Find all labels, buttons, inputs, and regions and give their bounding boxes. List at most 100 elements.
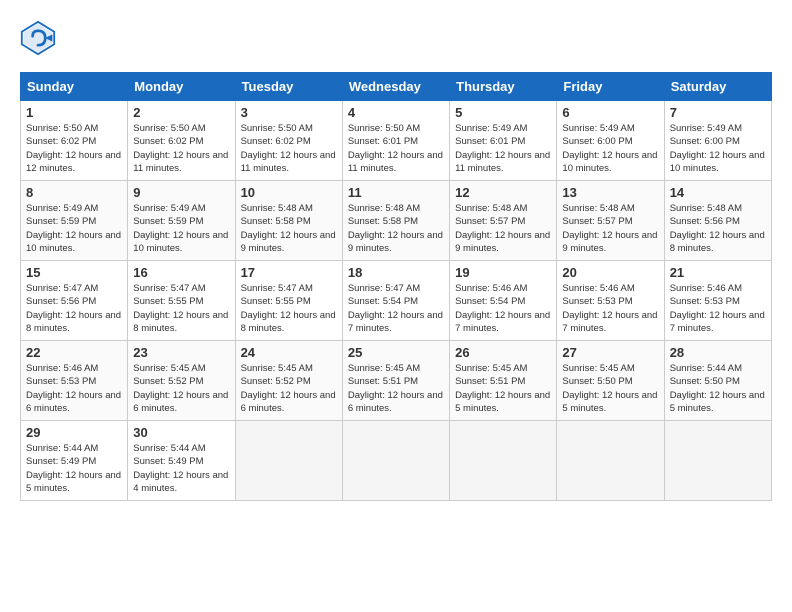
column-header-monday: Monday xyxy=(128,73,235,101)
day-number: 17 xyxy=(241,265,337,280)
calendar-cell: 20 Sunrise: 5:46 AMSunset: 5:53 PMDayligh… xyxy=(557,261,664,341)
column-header-friday: Friday xyxy=(557,73,664,101)
day-number: 25 xyxy=(348,345,444,360)
calendar-cell: 27 Sunrise: 5:45 AMSunset: 5:50 PMDayligh… xyxy=(557,341,664,421)
calendar-cell: 12 Sunrise: 5:48 AMSunset: 5:57 PMDayligh… xyxy=(450,181,557,261)
day-number: 18 xyxy=(348,265,444,280)
calendar-cell: 28 Sunrise: 5:44 AMSunset: 5:50 PMDayligh… xyxy=(664,341,771,421)
day-info: Sunrise: 5:50 AMSunset: 6:01 PMDaylight:… xyxy=(348,123,443,174)
logo xyxy=(20,20,60,56)
week-row-5: 29 Sunrise: 5:44 AMSunset: 5:49 PMDayligh… xyxy=(21,421,772,501)
calendar-cell: 17Sunrise: 5:47 AMSunset: 5:55 PMDayligh… xyxy=(235,261,342,341)
day-info: Sunrise: 5:48 AMSunset: 5:57 PMDaylight:… xyxy=(562,203,657,254)
calendar-cell: 3 Sunrise: 5:50 AMSunset: 6:02 PMDaylight… xyxy=(235,101,342,181)
day-number: 19 xyxy=(455,265,551,280)
day-info: Sunrise: 5:44 AMSunset: 5:49 PMDaylight:… xyxy=(133,443,228,494)
week-row-1: 1 Sunrise: 5:50 AMSunset: 6:02 PMDaylight… xyxy=(21,101,772,181)
calendar-cell: 1Sunrise: 5:50 AMSunset: 6:02 PMDaylight… xyxy=(21,101,128,181)
calendar-cell: 10Sunrise: 5:48 AMSunset: 5:58 PMDayligh… xyxy=(235,181,342,261)
day-number: 26 xyxy=(455,345,551,360)
calendar-cell: 19 Sunrise: 5:46 AMSunset: 5:54 PMDayligh… xyxy=(450,261,557,341)
calendar-cell: 29 Sunrise: 5:44 AMSunset: 5:49 PMDayligh… xyxy=(21,421,128,501)
calendar-cell: 14 Sunrise: 5:48 AMSunset: 5:56 PMDayligh… xyxy=(664,181,771,261)
week-row-3: 15 Sunrise: 5:47 AMSunset: 5:56 PMDayligh… xyxy=(21,261,772,341)
day-number: 28 xyxy=(670,345,766,360)
calendar-cell xyxy=(557,421,664,501)
week-row-2: 8 Sunrise: 5:49 AMSunset: 5:59 PMDaylight… xyxy=(21,181,772,261)
column-header-wednesday: Wednesday xyxy=(342,73,449,101)
day-number: 24 xyxy=(241,345,337,360)
page-header xyxy=(20,20,772,56)
day-info: Sunrise: 5:48 AMSunset: 5:57 PMDaylight:… xyxy=(455,203,550,254)
day-number: 14 xyxy=(670,185,766,200)
day-info: Sunrise: 5:47 AMSunset: 5:55 PMDaylight:… xyxy=(133,283,228,334)
day-info: Sunrise: 5:47 AMSunset: 5:56 PMDaylight:… xyxy=(26,283,121,334)
calendar-cell: 22Sunrise: 5:46 AMSunset: 5:53 PMDayligh… xyxy=(21,341,128,421)
day-info: Sunrise: 5:45 AMSunset: 5:50 PMDaylight:… xyxy=(562,363,657,414)
day-number: 7 xyxy=(670,105,766,120)
calendar-cell: 26Sunrise: 5:45 AMSunset: 5:51 PMDayligh… xyxy=(450,341,557,421)
calendar-cell: 13 Sunrise: 5:48 AMSunset: 5:57 PMDayligh… xyxy=(557,181,664,261)
day-number: 6 xyxy=(562,105,658,120)
day-number: 1 xyxy=(26,105,122,120)
day-number: 22 xyxy=(26,345,122,360)
day-info: Sunrise: 5:44 AMSunset: 5:50 PMDaylight:… xyxy=(670,363,765,414)
day-info: Sunrise: 5:49 AMSunset: 6:00 PMDaylight:… xyxy=(562,123,657,174)
day-info: Sunrise: 5:46 AMSunset: 5:54 PMDaylight:… xyxy=(455,283,550,334)
calendar-cell xyxy=(664,421,771,501)
day-number: 30 xyxy=(133,425,229,440)
calendar-cell: 11Sunrise: 5:48 AMSunset: 5:58 PMDayligh… xyxy=(342,181,449,261)
day-info: Sunrise: 5:45 AMSunset: 5:51 PMDaylight:… xyxy=(348,363,443,414)
calendar-cell: 8 Sunrise: 5:49 AMSunset: 5:59 PMDaylight… xyxy=(21,181,128,261)
day-number: 16 xyxy=(133,265,229,280)
day-number: 4 xyxy=(348,105,444,120)
calendar-cell: 21 Sunrise: 5:46 AMSunset: 5:53 PMDayligh… xyxy=(664,261,771,341)
day-number: 27 xyxy=(562,345,658,360)
day-number: 12 xyxy=(455,185,551,200)
calendar-cell xyxy=(450,421,557,501)
calendar-cell: 30 Sunrise: 5:44 AMSunset: 5:49 PMDayligh… xyxy=(128,421,235,501)
column-header-sunday: Sunday xyxy=(21,73,128,101)
calendar-cell xyxy=(342,421,449,501)
day-number: 9 xyxy=(133,185,229,200)
day-number: 10 xyxy=(241,185,337,200)
calendar-table: SundayMondayTuesdayWednesdayThursdayFrid… xyxy=(20,72,772,501)
day-info: Sunrise: 5:46 AMSunset: 5:53 PMDaylight:… xyxy=(562,283,657,334)
calendar-cell: 4 Sunrise: 5:50 AMSunset: 6:01 PMDaylight… xyxy=(342,101,449,181)
day-number: 15 xyxy=(26,265,122,280)
calendar-cell: 16 Sunrise: 5:47 AMSunset: 5:55 PMDayligh… xyxy=(128,261,235,341)
day-number: 3 xyxy=(241,105,337,120)
logo-icon xyxy=(20,20,56,56)
day-info: Sunrise: 5:44 AMSunset: 5:49 PMDaylight:… xyxy=(26,443,121,494)
calendar-cell: 2 Sunrise: 5:50 AMSunset: 6:02 PMDaylight… xyxy=(128,101,235,181)
day-info: Sunrise: 5:50 AMSunset: 6:02 PMDaylight:… xyxy=(133,123,228,174)
day-info: Sunrise: 5:48 AMSunset: 5:56 PMDaylight:… xyxy=(670,203,765,254)
calendar-cell: 25 Sunrise: 5:45 AMSunset: 5:51 PMDayligh… xyxy=(342,341,449,421)
day-number: 21 xyxy=(670,265,766,280)
column-header-thursday: Thursday xyxy=(450,73,557,101)
day-info: Sunrise: 5:46 AMSunset: 5:53 PMDaylight:… xyxy=(670,283,765,334)
column-header-tuesday: Tuesday xyxy=(235,73,342,101)
calendar-cell: 9Sunrise: 5:49 AMSunset: 5:59 PMDaylight… xyxy=(128,181,235,261)
calendar-cell xyxy=(235,421,342,501)
week-row-4: 22Sunrise: 5:46 AMSunset: 5:53 PMDayligh… xyxy=(21,341,772,421)
column-header-saturday: Saturday xyxy=(664,73,771,101)
day-number: 5 xyxy=(455,105,551,120)
day-number: 11 xyxy=(348,185,444,200)
calendar-cell: 24 Sunrise: 5:45 AMSunset: 5:52 PMDayligh… xyxy=(235,341,342,421)
calendar-cell: 5Sunrise: 5:49 AMSunset: 6:01 PMDaylight… xyxy=(450,101,557,181)
day-info: Sunrise: 5:45 AMSunset: 5:52 PMDaylight:… xyxy=(241,363,336,414)
calendar-cell: 6 Sunrise: 5:49 AMSunset: 6:00 PMDaylight… xyxy=(557,101,664,181)
calendar-cell: 23Sunrise: 5:45 AMSunset: 5:52 PMDayligh… xyxy=(128,341,235,421)
day-number: 13 xyxy=(562,185,658,200)
day-number: 29 xyxy=(26,425,122,440)
day-info: Sunrise: 5:47 AMSunset: 5:54 PMDaylight:… xyxy=(348,283,443,334)
day-number: 2 xyxy=(133,105,229,120)
day-info: Sunrise: 5:49 AMSunset: 6:00 PMDaylight:… xyxy=(670,123,765,174)
day-number: 20 xyxy=(562,265,658,280)
day-number: 23 xyxy=(133,345,229,360)
day-info: Sunrise: 5:49 AMSunset: 5:59 PMDaylight:… xyxy=(26,203,121,254)
day-number: 8 xyxy=(26,185,122,200)
calendar-cell: 7 Sunrise: 5:49 AMSunset: 6:00 PMDaylight… xyxy=(664,101,771,181)
day-info: Sunrise: 5:50 AMSunset: 6:02 PMDaylight:… xyxy=(241,123,336,174)
